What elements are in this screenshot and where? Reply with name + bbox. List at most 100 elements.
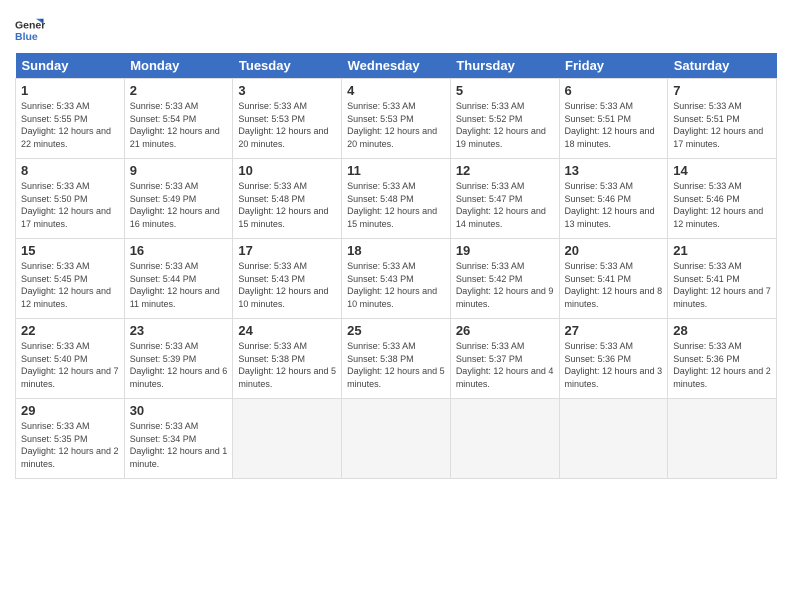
calendar-day-cell: 29Sunrise: 5:33 AMSunset: 5:35 PMDayligh… — [16, 399, 125, 479]
day-number: 22 — [21, 323, 119, 338]
weekday-header: Friday — [559, 53, 668, 79]
day-info: Sunrise: 5:33 AMSunset: 5:34 PMDaylight:… — [130, 420, 228, 470]
calendar-day-cell: 20Sunrise: 5:33 AMSunset: 5:41 PMDayligh… — [559, 239, 668, 319]
day-info: Sunrise: 5:33 AMSunset: 5:40 PMDaylight:… — [21, 340, 119, 390]
day-number: 3 — [238, 83, 336, 98]
day-number: 24 — [238, 323, 336, 338]
day-number: 21 — [673, 243, 771, 258]
day-info: Sunrise: 5:33 AMSunset: 5:51 PMDaylight:… — [565, 100, 663, 150]
calendar-day-cell — [450, 399, 559, 479]
day-number: 18 — [347, 243, 445, 258]
day-number: 1 — [21, 83, 119, 98]
calendar-day-cell: 2 Sunrise: 5:33 AMSunset: 5:54 PMDaylight… — [124, 79, 233, 159]
calendar-day-cell: 27 Sunrise: 5:33 AMSunset: 5:36 PMDayligh… — [559, 319, 668, 399]
calendar-day-cell: 11 Sunrise: 5:33 AMSunset: 5:48 PMDayligh… — [342, 159, 451, 239]
calendar-day-cell: 14 Sunrise: 5:33 AMSunset: 5:46 PMDayligh… — [668, 159, 777, 239]
day-number: 2 — [130, 83, 228, 98]
header: General Blue — [15, 10, 777, 45]
calendar-day-cell: 7 Sunrise: 5:33 AMSunset: 5:51 PMDaylight… — [668, 79, 777, 159]
day-number: 20 — [565, 243, 663, 258]
calendar-day-cell: 24 Sunrise: 5:33 AMSunset: 5:38 PMDayligh… — [233, 319, 342, 399]
calendar-day-cell: 12 Sunrise: 5:33 AMSunset: 5:47 PMDayligh… — [450, 159, 559, 239]
day-info: Sunrise: 5:33 AMSunset: 5:48 PMDaylight:… — [238, 180, 336, 230]
calendar-day-cell — [668, 399, 777, 479]
day-number: 26 — [456, 323, 554, 338]
day-info: Sunrise: 5:33 AMSunset: 5:42 PMDaylight:… — [456, 260, 554, 310]
day-number: 11 — [347, 163, 445, 178]
day-info: Sunrise: 5:33 AMSunset: 5:48 PMDaylight:… — [347, 180, 445, 230]
calendar-day-cell: 8 Sunrise: 5:33 AMSunset: 5:50 PMDaylight… — [16, 159, 125, 239]
calendar-week-row: 8 Sunrise: 5:33 AMSunset: 5:50 PMDaylight… — [16, 159, 777, 239]
weekday-header: Sunday — [16, 53, 125, 79]
day-number: 4 — [347, 83, 445, 98]
calendar-day-cell: 23 Sunrise: 5:33 AMSunset: 5:39 PMDayligh… — [124, 319, 233, 399]
day-number: 12 — [456, 163, 554, 178]
day-info: Sunrise: 5:33 AMSunset: 5:41 PMDaylight:… — [673, 260, 771, 310]
day-info: Sunrise: 5:33 AMSunset: 5:36 PMDaylight:… — [565, 340, 663, 390]
calendar-day-cell: 9Sunrise: 5:33 AMSunset: 5:49 PMDaylight… — [124, 159, 233, 239]
day-number: 7 — [673, 83, 771, 98]
day-info: Sunrise: 5:33 AMSunset: 5:46 PMDaylight:… — [565, 180, 663, 230]
calendar-day-cell: 22 Sunrise: 5:33 AMSunset: 5:40 PMDayligh… — [16, 319, 125, 399]
calendar-day-cell: 25 Sunrise: 5:33 AMSunset: 5:38 PMDayligh… — [342, 319, 451, 399]
calendar-day-cell: 17Sunrise: 5:33 AMSunset: 5:43 PMDayligh… — [233, 239, 342, 319]
calendar-week-row: 22 Sunrise: 5:33 AMSunset: 5:40 PMDayligh… — [16, 319, 777, 399]
day-info: Sunrise: 5:33 AMSunset: 5:38 PMDaylight:… — [347, 340, 445, 390]
day-number: 28 — [673, 323, 771, 338]
day-info: Sunrise: 5:33 AMSunset: 5:36 PMDaylight:… — [673, 340, 771, 390]
logo-icon: General Blue — [15, 15, 45, 45]
calendar-day-cell: 6 Sunrise: 5:33 AMSunset: 5:51 PMDaylight… — [559, 79, 668, 159]
day-number: 30 — [130, 403, 228, 418]
weekday-header: Monday — [124, 53, 233, 79]
calendar-day-cell — [559, 399, 668, 479]
day-number: 25 — [347, 323, 445, 338]
calendar-day-cell — [233, 399, 342, 479]
weekday-header: Tuesday — [233, 53, 342, 79]
day-info: Sunrise: 5:33 AMSunset: 5:52 PMDaylight:… — [456, 100, 554, 150]
day-number: 19 — [456, 243, 554, 258]
day-number: 16 — [130, 243, 228, 258]
day-number: 14 — [673, 163, 771, 178]
calendar-day-cell: 16 Sunrise: 5:33 AMSunset: 5:44 PMDayligh… — [124, 239, 233, 319]
calendar-day-cell — [342, 399, 451, 479]
weekday-header: Saturday — [668, 53, 777, 79]
svg-text:Blue: Blue — [15, 31, 38, 43]
day-info: Sunrise: 5:33 AMSunset: 5:38 PMDaylight:… — [238, 340, 336, 390]
calendar-week-row: 15 Sunrise: 5:33 AMSunset: 5:45 PMDayligh… — [16, 239, 777, 319]
calendar-day-cell: 1 Sunrise: 5:33 AMSunset: 5:55 PMDaylight… — [16, 79, 125, 159]
calendar-day-cell: 28 Sunrise: 5:33 AMSunset: 5:36 PMDayligh… — [668, 319, 777, 399]
day-info: Sunrise: 5:33 AMSunset: 5:50 PMDaylight:… — [21, 180, 119, 230]
day-info: Sunrise: 5:33 AMSunset: 5:46 PMDaylight:… — [673, 180, 771, 230]
calendar-week-row: 29Sunrise: 5:33 AMSunset: 5:35 PMDayligh… — [16, 399, 777, 479]
day-info: Sunrise: 5:33 AMSunset: 5:53 PMDaylight:… — [238, 100, 336, 150]
day-info: Sunrise: 5:33 AMSunset: 5:44 PMDaylight:… — [130, 260, 228, 310]
weekday-header: Thursday — [450, 53, 559, 79]
day-info: Sunrise: 5:33 AMSunset: 5:47 PMDaylight:… — [456, 180, 554, 230]
calendar-day-cell: 15 Sunrise: 5:33 AMSunset: 5:45 PMDayligh… — [16, 239, 125, 319]
day-number: 17 — [238, 243, 336, 258]
day-number: 13 — [565, 163, 663, 178]
day-number: 5 — [456, 83, 554, 98]
day-number: 29 — [21, 403, 119, 418]
weekday-header-row: SundayMondayTuesdayWednesdayThursdayFrid… — [16, 53, 777, 79]
calendar-day-cell: 3 Sunrise: 5:33 AMSunset: 5:53 PMDaylight… — [233, 79, 342, 159]
day-number: 8 — [21, 163, 119, 178]
day-number: 23 — [130, 323, 228, 338]
day-info: Sunrise: 5:33 AMSunset: 5:51 PMDaylight:… — [673, 100, 771, 150]
day-info: Sunrise: 5:33 AMSunset: 5:39 PMDaylight:… — [130, 340, 228, 390]
day-number: 15 — [21, 243, 119, 258]
calendar-table: SundayMondayTuesdayWednesdayThursdayFrid… — [15, 53, 777, 479]
calendar-week-row: 1 Sunrise: 5:33 AMSunset: 5:55 PMDaylight… — [16, 79, 777, 159]
day-info: Sunrise: 5:33 AMSunset: 5:54 PMDaylight:… — [130, 100, 228, 150]
calendar-day-cell: 5 Sunrise: 5:33 AMSunset: 5:52 PMDaylight… — [450, 79, 559, 159]
weekday-header: Wednesday — [342, 53, 451, 79]
day-number: 9 — [130, 163, 228, 178]
day-info: Sunrise: 5:33 AMSunset: 5:55 PMDaylight:… — [21, 100, 119, 150]
day-info: Sunrise: 5:33 AMSunset: 5:45 PMDaylight:… — [21, 260, 119, 310]
day-info: Sunrise: 5:33 AMSunset: 5:53 PMDaylight:… — [347, 100, 445, 150]
day-number: 27 — [565, 323, 663, 338]
logo: General Blue — [15, 15, 49, 45]
main-container: General Blue SundayMondayTuesdayWednesda… — [0, 0, 792, 489]
calendar-day-cell: 26Sunrise: 5:33 AMSunset: 5:37 PMDayligh… — [450, 319, 559, 399]
day-number: 6 — [565, 83, 663, 98]
